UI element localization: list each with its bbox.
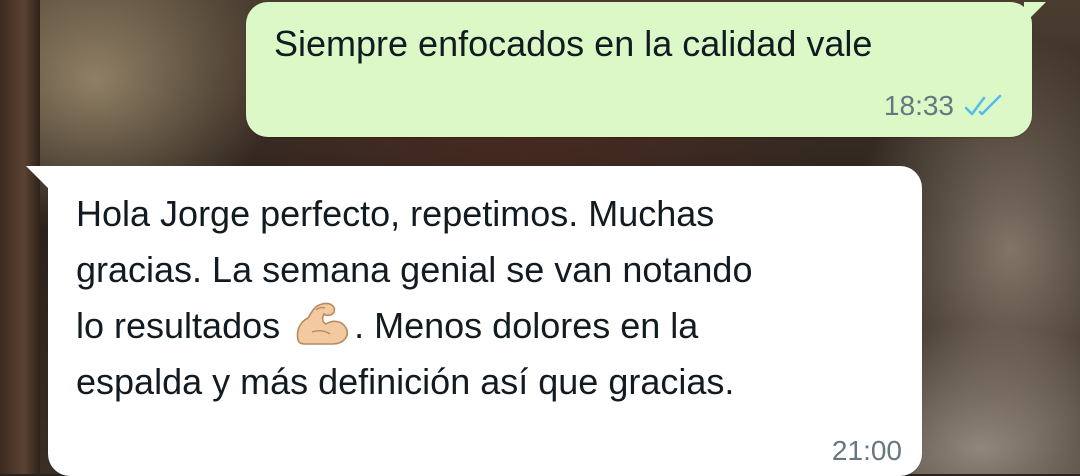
double-check-icon <box>964 94 1002 116</box>
message-segment: . Menos dolores en la <box>354 305 699 346</box>
message-text: Hola Jorge perfecto, repetimos. Muchas g… <box>76 186 896 410</box>
message-time: 18:33 <box>883 90 954 121</box>
message-segment: lo resultados <box>76 305 291 346</box>
message-line: gracias. La semana genial se van notando <box>76 249 753 290</box>
message-line: Hola Jorge perfecto, repetimos. Muchas <box>76 193 715 234</box>
message-line: lo resultados . Menos dolores en la <box>76 298 896 354</box>
message-line: espalda y más definición así que gracias… <box>76 361 735 402</box>
bubble-tail <box>26 166 50 190</box>
message-meta: 18:33 <box>884 91 1006 121</box>
wallpaper-furniture <box>0 0 40 474</box>
incoming-message-bubble[interactable]: Hola Jorge perfecto, repetimos. Muchas g… <box>26 166 922 476</box>
message-time: 21:00 <box>831 435 902 466</box>
outgoing-message-bubble[interactable]: Siempre enfocados en la calidad vale 18:… <box>246 2 1046 137</box>
flexed-biceps-icon <box>296 302 349 345</box>
message-text: Siempre enfocados en la calidad vale <box>274 23 873 64</box>
bubble-tail <box>1024 2 1046 24</box>
message-meta: 21:00 <box>832 436 902 466</box>
